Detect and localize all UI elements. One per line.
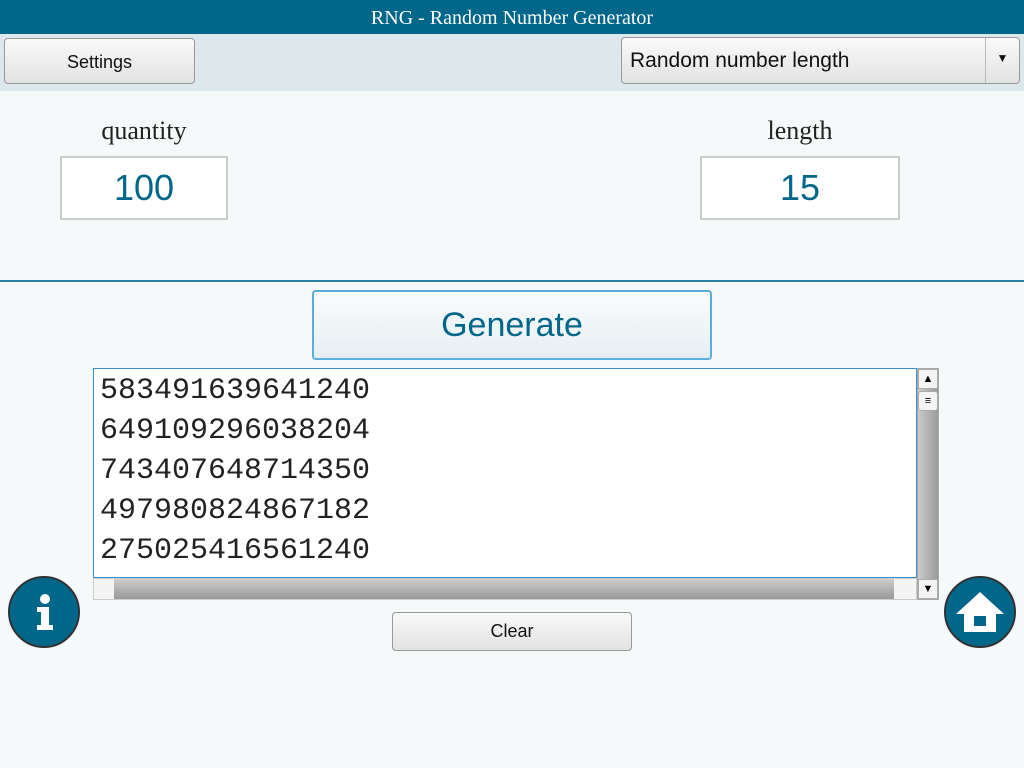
mode-select[interactable]: Random number length ▼ bbox=[621, 37, 1020, 84]
quantity-input[interactable]: 100 bbox=[60, 156, 228, 220]
home-button[interactable] bbox=[944, 576, 1016, 648]
length-input[interactable]: 15 bbox=[700, 156, 900, 220]
horizontal-scrollbar[interactable] bbox=[93, 578, 917, 600]
mode-select-value: Random number length bbox=[630, 49, 850, 72]
list-item: 275025416561240 bbox=[100, 534, 371, 568]
divider bbox=[0, 280, 1024, 282]
settings-button[interactable]: Settings bbox=[4, 38, 195, 84]
scroll-up-icon[interactable]: ▲ bbox=[918, 369, 938, 389]
info-button[interactable] bbox=[8, 576, 80, 648]
scroll-down-icon[interactable]: ▼ bbox=[918, 579, 938, 599]
vertical-scrollbar[interactable]: ▲ ≡ ▼ bbox=[917, 368, 939, 600]
scroll-corner bbox=[894, 579, 916, 599]
home-icon bbox=[956, 592, 1004, 632]
toolbar: Settings Random number length ▼ bbox=[0, 34, 1024, 91]
list-item: 497980824867182 bbox=[100, 494, 371, 528]
scroll-thumb-horizontal[interactable] bbox=[94, 579, 114, 599]
quantity-label: quantity bbox=[101, 116, 187, 145]
chevron-down-icon[interactable]: ▼ bbox=[985, 38, 1019, 83]
scroll-thumb[interactable]: ≡ bbox=[918, 391, 938, 411]
clear-button[interactable]: Clear bbox=[392, 612, 632, 651]
list-item: 583491639641240 bbox=[100, 374, 371, 408]
info-icon bbox=[37, 594, 53, 630]
list-item: 649109296038204 bbox=[100, 414, 371, 448]
length-label: length bbox=[767, 116, 833, 145]
window-title: RNG - Random Number Generator bbox=[0, 0, 1024, 34]
list-item: 743407648714350 bbox=[100, 454, 371, 488]
results-list[interactable]: 583491639641240 649109296038204 74340764… bbox=[93, 368, 917, 578]
generate-button[interactable]: Generate bbox=[312, 290, 712, 360]
